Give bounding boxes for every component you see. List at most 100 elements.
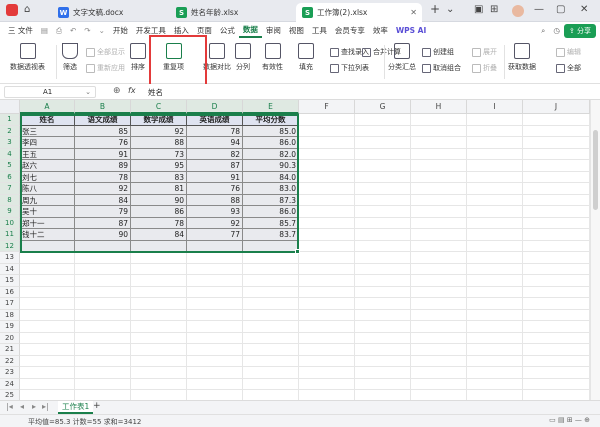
empty-cell[interactable] — [523, 298, 590, 310]
new-tab-button[interactable]: + — [430, 2, 440, 16]
data-cell[interactable]: 85.0 — [243, 125, 299, 137]
empty-cell[interactable] — [131, 344, 187, 356]
empty-cell[interactable] — [411, 160, 467, 172]
row-header[interactable]: 21 — [0, 344, 20, 356]
empty-cell[interactable] — [243, 332, 299, 344]
header-cell[interactable]: 语文成绩 — [75, 114, 131, 126]
name-box[interactable]: A1 ⌄ — [4, 86, 96, 98]
empty-cell[interactable] — [411, 286, 467, 298]
tab-doc[interactable]: W 文字文稿.docx — [52, 3, 168, 22]
empty-cell[interactable] — [299, 183, 355, 195]
empty-cell[interactable] — [411, 378, 467, 390]
empty-cell[interactable] — [355, 217, 411, 229]
data-cell[interactable] — [187, 240, 243, 252]
data-cell[interactable]: 88 — [187, 194, 243, 206]
redo-icon[interactable]: ↷ — [80, 26, 94, 35]
compare-button[interactable]: 数据对比 — [203, 41, 231, 72]
data-cell[interactable]: 78 — [75, 171, 131, 183]
data-cell[interactable]: 84 — [75, 194, 131, 206]
data-cell[interactable]: 86 — [131, 206, 187, 218]
maximize-icon[interactable]: ▢ — [556, 4, 565, 15]
data-cell[interactable]: 90.3 — [243, 160, 299, 172]
empty-cell[interactable] — [299, 309, 355, 321]
empty-cell[interactable] — [299, 160, 355, 172]
empty-cell[interactable] — [75, 344, 131, 356]
empty-cell[interactable] — [20, 378, 75, 390]
menu-review[interactable]: 审阅 — [262, 25, 285, 36]
empty-cell[interactable] — [243, 298, 299, 310]
empty-cell[interactable] — [355, 286, 411, 298]
empty-cell[interactable] — [411, 171, 467, 183]
empty-cell[interactable] — [355, 298, 411, 310]
row-header[interactable]: 11 — [0, 229, 20, 241]
empty-cell[interactable] — [243, 321, 299, 333]
empty-cell[interactable] — [20, 332, 75, 344]
menu-formula[interactable]: 公式 — [216, 25, 239, 36]
empty-cell[interactable] — [523, 390, 590, 400]
data-cell[interactable]: 吴十 — [20, 206, 75, 218]
empty-cell[interactable] — [75, 367, 131, 379]
chevron-down-icon[interactable]: ⌄ — [446, 4, 454, 15]
empty-cell[interactable] — [299, 206, 355, 218]
row-header[interactable]: 24 — [0, 378, 20, 390]
empty-cell[interactable] — [411, 240, 467, 252]
empty-cell[interactable] — [355, 229, 411, 241]
empty-cell[interactable] — [411, 298, 467, 310]
show-all-button[interactable]: 全部显示 — [86, 47, 125, 57]
home-icon[interactable]: ⌂ — [24, 4, 30, 15]
menu-start[interactable]: 开始 — [109, 25, 132, 36]
empty-cell[interactable] — [355, 344, 411, 356]
empty-cell[interactable] — [299, 355, 355, 367]
vertical-scrollbar[interactable] — [590, 100, 600, 400]
empty-cell[interactable] — [411, 390, 467, 400]
edit-button[interactable]: 编辑 — [556, 47, 581, 57]
data-cell[interactable]: 87 — [187, 160, 243, 172]
data-cell[interactable]: 81 — [131, 183, 187, 195]
first-sheet-icon[interactable]: |◂ — [6, 402, 13, 411]
empty-cell[interactable] — [523, 183, 590, 195]
empty-cell[interactable] — [467, 183, 523, 195]
menu-member[interactable]: 会员专享 — [331, 25, 369, 36]
data-cell[interactable]: 91 — [187, 171, 243, 183]
data-cell[interactable]: 82.0 — [243, 148, 299, 160]
empty-cell[interactable] — [411, 332, 467, 344]
empty-cell[interactable] — [355, 263, 411, 275]
empty-cell[interactable] — [467, 263, 523, 275]
col-header-E[interactable]: E — [243, 100, 299, 114]
empty-cell[interactable] — [467, 194, 523, 206]
row-header[interactable]: 16 — [0, 286, 20, 298]
data-cell[interactable] — [131, 240, 187, 252]
empty-cell[interactable] — [299, 298, 355, 310]
data-cell[interactable]: 73 — [131, 148, 187, 160]
empty-cell[interactable] — [355, 125, 411, 137]
empty-cell[interactable] — [299, 252, 355, 264]
empty-cell[interactable] — [523, 125, 590, 137]
menu-tools[interactable]: 工具 — [308, 25, 331, 36]
empty-cell[interactable] — [467, 148, 523, 160]
empty-cell[interactable] — [467, 171, 523, 183]
empty-cell[interactable] — [523, 355, 590, 367]
empty-cell[interactable] — [131, 390, 187, 400]
data-cell[interactable]: 86.0 — [243, 137, 299, 149]
header-cell[interactable]: 英语成绩 — [187, 114, 243, 126]
header-cell[interactable]: 数学成绩 — [131, 114, 187, 126]
data-cell[interactable]: 78 — [131, 217, 187, 229]
empty-cell[interactable] — [411, 321, 467, 333]
row-header[interactable]: 23 — [0, 367, 20, 379]
empty-cell[interactable] — [467, 298, 523, 310]
data-cell[interactable]: 84.0 — [243, 171, 299, 183]
fill-handle[interactable] — [295, 249, 300, 254]
empty-cell[interactable] — [243, 367, 299, 379]
dropdown-list-button[interactable]: 下拉列表 — [330, 63, 369, 73]
data-cell[interactable]: 92 — [187, 217, 243, 229]
data-cell[interactable]: 赵六 — [20, 160, 75, 172]
empty-cell[interactable] — [299, 332, 355, 344]
empty-cell[interactable] — [523, 275, 590, 287]
expand-button[interactable]: 展开 — [472, 47, 497, 57]
data-cell[interactable]: 87 — [75, 217, 131, 229]
scroll-thumb[interactable] — [593, 130, 598, 210]
data-cell[interactable]: 90 — [75, 229, 131, 241]
data-cell[interactable]: 76 — [75, 137, 131, 149]
row-header[interactable]: 12 — [0, 240, 20, 252]
data-cell[interactable]: 钱十二 — [20, 229, 75, 241]
